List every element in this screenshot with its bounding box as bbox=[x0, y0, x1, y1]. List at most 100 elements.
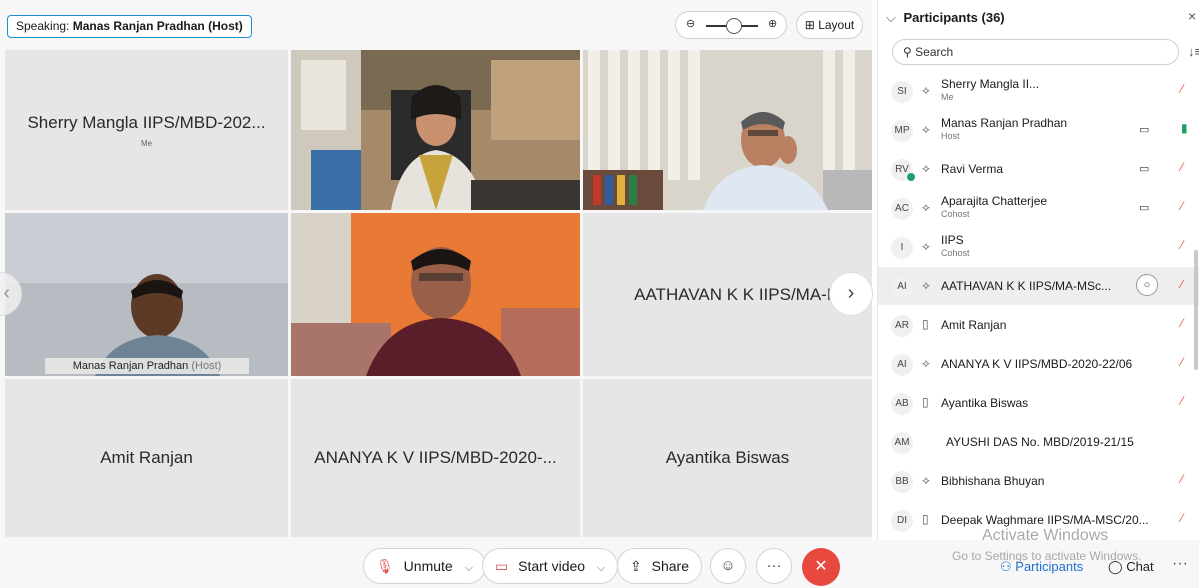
participant-name: ANANYA K V IIPS/MBD-2020-22/06 bbox=[941, 357, 1133, 371]
video-tile-man-phone[interactable] bbox=[583, 50, 872, 210]
participants-toggle-button[interactable]: ⚇ Participants bbox=[1000, 559, 1083, 575]
collapse-chevron-icon[interactable]: ⌵ bbox=[886, 10, 896, 25]
unmute-label: Unmute bbox=[403, 558, 453, 574]
panel-title[interactable]: ⌵ Participants (36) bbox=[886, 10, 1005, 26]
zoom-in-icon[interactable]: ⊕ bbox=[768, 17, 777, 30]
avatar: AR bbox=[891, 315, 913, 337]
more-options-button[interactable]: ··· bbox=[756, 548, 792, 584]
avatar: AC bbox=[891, 198, 913, 220]
zoom-control[interactable]: ⊖ ⊕ bbox=[675, 11, 787, 39]
mic-muted-icon[interactable]: ⁄ bbox=[1181, 160, 1183, 174]
stage-topbar: Speaking: Manas Ranjan Pradhan (Host) ⊖ … bbox=[0, 0, 872, 48]
participants-count-label: Participants (36) bbox=[903, 10, 1005, 25]
video-tile-woman[interactable] bbox=[291, 50, 580, 210]
chevron-down-icon[interactable]: ⌵ bbox=[465, 562, 473, 574]
mic-muted-icon[interactable]: ⁄ bbox=[1181, 238, 1183, 252]
participant-row[interactable]: AB ▯ Ayantika Biswas ⁄ bbox=[878, 384, 1199, 422]
panel-scrollbar[interactable] bbox=[1194, 250, 1198, 370]
participant-name: Manas Ranjan Pradhan bbox=[941, 116, 1068, 130]
chevron-down-icon[interactable]: ⌵ bbox=[597, 562, 605, 574]
participant-row[interactable]: AM AYUSHI DAS No. MBD/2019-21/15 bbox=[878, 423, 1199, 461]
chat-bubble-icon[interactable]: ○ bbox=[1136, 274, 1158, 296]
share-label: Share bbox=[651, 558, 689, 574]
zoom-slider-handle[interactable] bbox=[726, 18, 742, 34]
participants-toggle-label: Participants bbox=[1015, 559, 1084, 574]
participant-row[interactable]: DI ▯ Deepak Waghmare IIPS/MA-MSC/20... ⁄ bbox=[878, 501, 1199, 539]
share-icon: ⇪ bbox=[630, 558, 642, 574]
participant-row[interactable]: BB ⟡ Bibhishana Bhuyan ⁄ bbox=[878, 462, 1199, 500]
participant-row[interactable]: AI ⟡ ANANYA K V IIPS/MBD-2020-22/06 ⁄ bbox=[878, 345, 1199, 383]
video-tile-manas[interactable]: Manas Ranjan Pradhan (Host) bbox=[5, 213, 288, 376]
tile-name: Amit Ranjan bbox=[100, 448, 193, 467]
video-tile-amit[interactable]: Amit Ranjan bbox=[5, 379, 288, 537]
video-feed-orange-room bbox=[291, 213, 580, 376]
meeting-window: Speaking: Manas Ranjan Pradhan (Host) ⊖ … bbox=[0, 0, 1199, 588]
mic-muted-icon[interactable]: ⁄ bbox=[1181, 355, 1183, 369]
layout-button[interactable]: ⊞ Layout bbox=[796, 11, 863, 39]
video-stage: Speaking: Manas Ranjan Pradhan (Host) ⊖ … bbox=[0, 0, 872, 588]
participant-row[interactable]: RV ⟡ Ravi Verma ▭ ⁄ bbox=[878, 150, 1199, 188]
mic-muted-icon[interactable]: ⁄ bbox=[1181, 472, 1183, 486]
camera-icon: ▭ bbox=[1139, 202, 1150, 214]
computer-audio-icon: ⟡ bbox=[922, 161, 930, 175]
avatar: BB bbox=[891, 471, 913, 493]
layout-label: Layout bbox=[818, 18, 855, 32]
participant-role: Host bbox=[941, 131, 960, 141]
speaker-name-tag: Manas Ranjan Pradhan (Host) bbox=[45, 358, 249, 374]
chat-toggle-button[interactable]: ◯ Chat bbox=[1108, 559, 1154, 575]
name-tag-name: Manas Ranjan Pradhan bbox=[72, 360, 189, 372]
mic-muted-icon[interactable]: ⁄ bbox=[1181, 82, 1183, 96]
participant-row[interactable]: I ⟡ IIPS Cohost ⁄ bbox=[878, 228, 1199, 266]
video-tile-ananya[interactable]: ANANYA K V IIPS/MBD-2020-... bbox=[291, 379, 580, 537]
mic-muted-icon[interactable]: ⁄ bbox=[1181, 277, 1183, 291]
leave-meeting-button[interactable]: ✕ bbox=[802, 548, 840, 586]
participant-row[interactable]: MP ⟡ Manas Ranjan Pradhan Host ▭ ▮ bbox=[878, 111, 1199, 149]
participant-name: AYUSHI DAS No. MBD/2019-21/15 bbox=[946, 435, 1134, 449]
speaking-prefix: Speaking: bbox=[16, 19, 70, 33]
participant-role: Cohost bbox=[941, 209, 970, 219]
search-icon: ⚲ bbox=[903, 45, 912, 59]
camera-icon: ▭ bbox=[1139, 124, 1150, 136]
start-video-button[interactable]: ▭ Start video ⌵ bbox=[482, 548, 619, 584]
panel-more-icon[interactable]: ··· bbox=[1172, 555, 1188, 573]
avatar: MP bbox=[891, 120, 913, 142]
participant-name: Ravi Verma bbox=[941, 162, 1004, 176]
chat-icon: ◯ bbox=[1108, 559, 1123, 574]
avatar: I bbox=[891, 237, 913, 259]
sort-icon[interactable]: ↓≡ bbox=[1188, 44, 1199, 59]
participant-row[interactable]: AI ⟡ AATHAVAN K K IIPS/MA-MSc... ○ ⁄ bbox=[878, 267, 1199, 305]
tile-name: Ayantika Biswas bbox=[665, 448, 790, 467]
video-tile-orange-room[interactable] bbox=[291, 213, 580, 376]
mic-muted-icon[interactable]: ⁄ bbox=[1181, 511, 1183, 525]
reactions-button[interactable]: ☺ bbox=[710, 548, 746, 584]
mic-muted-icon[interactable]: ⁄ bbox=[1181, 199, 1183, 213]
video-off-icon: ▭ bbox=[495, 558, 509, 574]
share-button[interactable]: ⇪ Share bbox=[617, 548, 702, 584]
close-icon[interactable]: × bbox=[1188, 8, 1196, 24]
meeting-controls: 🎙︎ Unmute ⌵ ▭ Start video ⌵ ⇪ Share ☺ ··… bbox=[0, 540, 1199, 588]
zoom-out-icon[interactable]: ⊖ bbox=[686, 17, 695, 30]
video-tile-ayantika[interactable]: Ayantika Biswas bbox=[583, 379, 872, 537]
participant-role: Cohost bbox=[941, 248, 970, 258]
unmute-button[interactable]: 🎙︎ Unmute ⌵ bbox=[363, 548, 486, 584]
speaking-name: Manas Ranjan Pradhan (Host) bbox=[72, 19, 243, 33]
video-tile-sherry[interactable]: Sherry Mangla IIPS/MBD-202... Me bbox=[5, 50, 288, 210]
tile-name: ANANYA K V IIPS/MBD-2020-... bbox=[314, 448, 557, 467]
participant-row[interactable]: AC ⟡ Aparajita Chatterjee Cohost ▭ ⁄ bbox=[878, 189, 1199, 227]
participant-name: IIPS bbox=[941, 233, 964, 247]
avatar: AI bbox=[891, 354, 913, 376]
mic-muted-icon[interactable]: ⁄ bbox=[1181, 394, 1183, 408]
mic-muted-icon[interactable]: ⁄ bbox=[1181, 316, 1183, 330]
tile-name: AATHAVAN K K IIPS/MA-MSc bbox=[634, 284, 861, 304]
muted-mic-icon: 🎙︎ bbox=[376, 558, 394, 574]
search-input[interactable]: ⚲ Search bbox=[892, 39, 1179, 65]
close-icon: ✕ bbox=[814, 558, 828, 575]
participant-row[interactable]: SI ⟡ Sherry Mangla II... Me ⁄ bbox=[878, 72, 1199, 110]
video-feed-woman bbox=[291, 50, 580, 210]
phone-icon: ▯ bbox=[922, 512, 929, 526]
mic-on-icon[interactable]: ▮ bbox=[1181, 121, 1188, 135]
participant-row[interactable]: AR ▯ Amit Ranjan ⁄ bbox=[878, 306, 1199, 344]
next-page-button[interactable]: › bbox=[829, 272, 873, 316]
chevron-left-icon: ‹ bbox=[3, 282, 10, 304]
computer-audio-icon: ⟡ bbox=[922, 239, 930, 253]
